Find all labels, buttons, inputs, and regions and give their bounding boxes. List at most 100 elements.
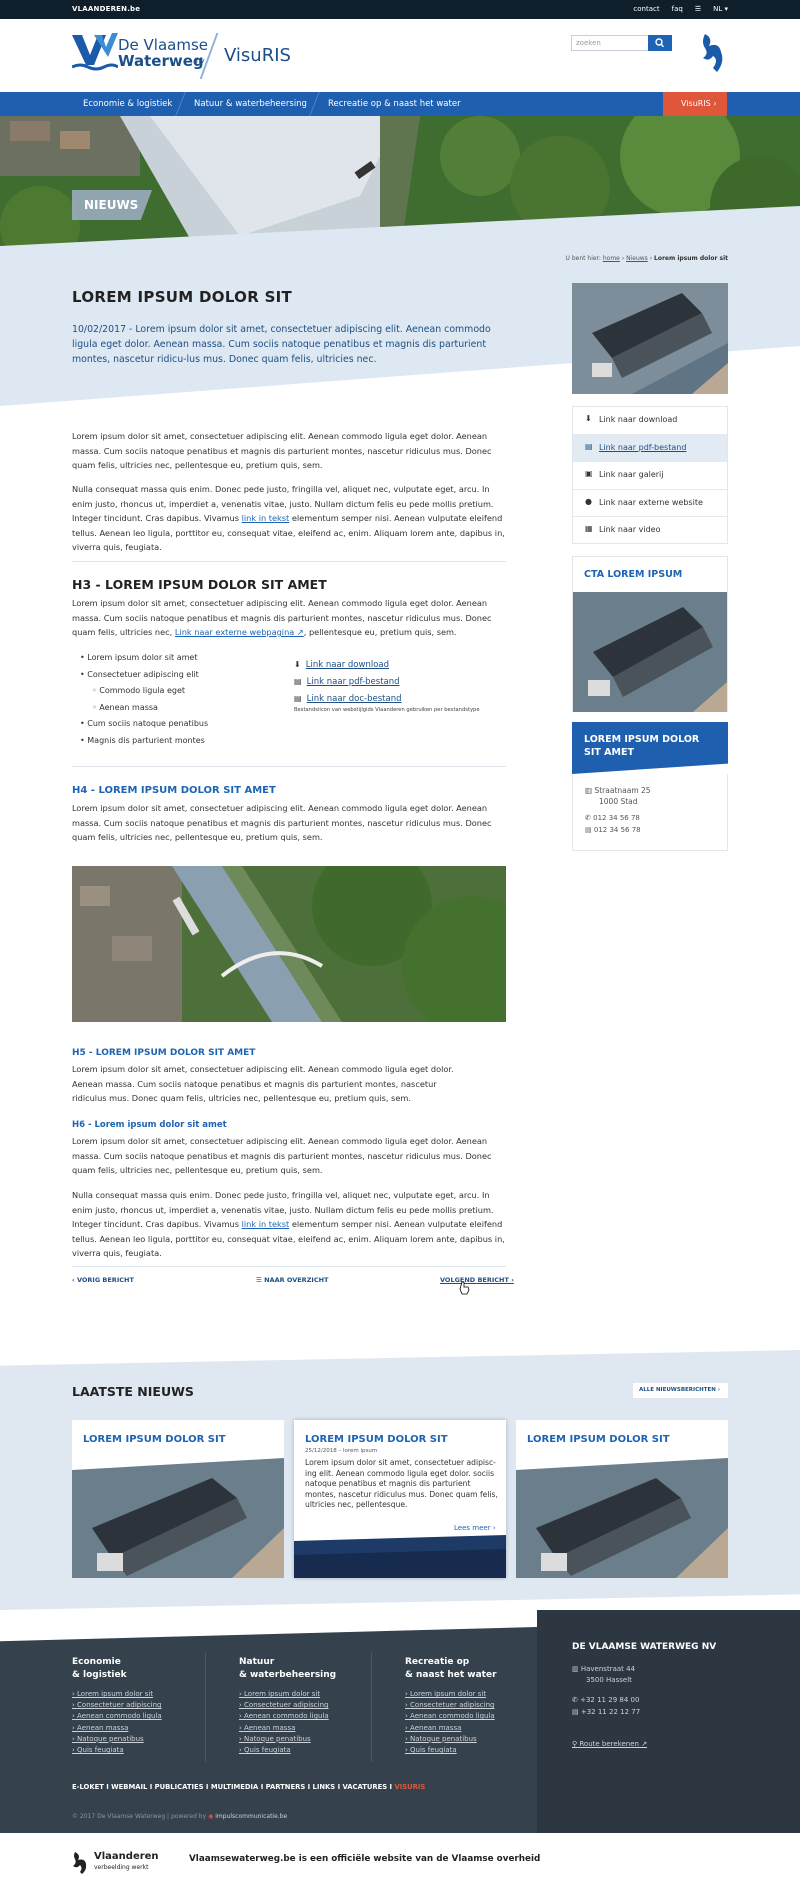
hero-image (0, 116, 800, 256)
search-input[interactable]: zoeken (571, 35, 649, 51)
divider (72, 766, 506, 767)
chevron-left-icon: ‹ (72, 1276, 75, 1284)
section-label: NIEUWS (72, 190, 152, 220)
news-card[interactable]: LOREM IPSUM DOLOR SIT (72, 1420, 284, 1578)
nav-visuris-button[interactable]: VisuRIS › (663, 92, 727, 116)
route-link[interactable]: ⚲ Route berekenen ↗ (572, 1740, 716, 1748)
news-card-active[interactable]: LOREM IPSUM DOLOR SIT 25/12/2018 – lorem… (294, 1420, 506, 1578)
map-pin-icon: ⚲ (572, 1740, 578, 1748)
article-paragraph: Nulla consequat massa quis enim. Donec p… (72, 1190, 505, 1258)
inline-text-link[interactable]: link in tekst (242, 1219, 290, 1229)
cta-barge-photo (573, 592, 727, 712)
footer-link[interactable]: › Lorem ipsum dolor sit (239, 1689, 336, 1700)
card-text: Lorem ipsum dolor sit amet, consectetuer… (305, 1458, 498, 1510)
sidebar-link-external[interactable]: ● Link naar externe website (573, 490, 727, 517)
list-item: • Lorem ipsum dolor sit amet (80, 653, 198, 662)
footer-link[interactable]: › Aenean commodo ligula (72, 1711, 162, 1722)
bullet-list: • Lorem ipsum dolor sit amet • Consectet… (80, 650, 208, 749)
download-item[interactable]: ▤ Link naar pdf-bestand (294, 669, 480, 687)
previous-post-link[interactable]: ‹ VORIG BERICHT (72, 1276, 134, 1284)
download-note: Bestandsiicon van webstijlgids Vlaandere… (294, 707, 480, 713)
language-select[interactable]: NL ▾ (713, 5, 728, 13)
search-button[interactable] (648, 35, 672, 51)
footer-link[interactable]: › Natoque penatibus (72, 1734, 162, 1745)
footer-contact: DE VLAAMSE WATERWEG NV ▥ Havenstraat 44 … (572, 1642, 717, 1748)
footer-link[interactable]: › Quis feugiata (405, 1745, 497, 1756)
footer-service-links[interactable]: E-LOKET I WEBMAIL I PUBLICATIES I MULTIM… (72, 1783, 425, 1791)
inline-text-link[interactable]: link in tekst (242, 513, 290, 523)
footer-link[interactable]: › Lorem ipsum dolor sit (72, 1689, 162, 1700)
footer-link[interactable]: › Natoque penatibus (405, 1734, 497, 1745)
flemish-lion-icon (703, 34, 723, 72)
download-item[interactable]: ⬇ Link naar download (294, 652, 480, 670)
government-bar: Vlaanderen verbeelding werkt Vlaamsewate… (0, 1833, 800, 1900)
menu-icon[interactable]: ☰ (695, 5, 701, 13)
article-paragraph: Lorem ipsum dolor sit amet, consectetuer… (72, 1064, 454, 1103)
all-news-button[interactable]: ALLE NIEUWSBERICHTEN › (633, 1383, 728, 1398)
download-list: ⬇ Link naar download ▤ Link naar pdf-bes… (294, 652, 480, 713)
card-title: LOREM IPSUM DOLOR SIT (527, 1434, 670, 1445)
sidebar-link-download[interactable]: ⬇ Link naar download (573, 407, 727, 435)
footer-divider (205, 1652, 206, 1762)
card-barge-photo (72, 1458, 284, 1578)
footer-link[interactable]: › Aenean massa (72, 1723, 162, 1734)
fax-icon: ▤ (585, 826, 592, 834)
footer-link[interactable]: › Quis feugiata (72, 1745, 162, 1756)
cursor-hand-icon (459, 1281, 470, 1295)
waterweg-logo-icon[interactable] (72, 33, 118, 73)
footer-link[interactable]: › Aenean massa (239, 1723, 336, 1734)
breadcrumb-news[interactable]: Nieuws (626, 255, 648, 262)
footer-link[interactable]: › Consectetuer adipiscing (405, 1700, 497, 1711)
article-lead: 10/02/2017 - Lorem ipsum dolor sit amet,… (72, 324, 491, 365)
impuls-logo-icon: ◉ (208, 1813, 214, 1820)
download-icon: ⬇ (294, 660, 301, 669)
vlaanderen-link[interactable]: VLAANDEREN.be (72, 5, 140, 13)
sidebar-cta[interactable]: CTA LOREM IPSUM (572, 556, 728, 712)
vlaanderen-lion-icon (73, 1852, 87, 1874)
sidebar-link-gallery[interactable]: ▣ Link naar galerij (573, 462, 727, 490)
latest-news-title: LAATSTE NIEUWS (72, 1384, 194, 1399)
footer-link[interactable]: › Aenean commodo ligula (405, 1711, 497, 1722)
product-name: VisuRIS (224, 45, 291, 66)
logo-line2: Waterweg (118, 52, 204, 70)
header: De Vlaamse Waterweg nv VisuRIS zoeken (0, 19, 800, 92)
read-more-link[interactable]: Lees meer › (454, 1524, 496, 1532)
divider (72, 561, 506, 562)
breadcrumb-home[interactable]: home (603, 255, 620, 262)
heading-h3: H3 - LOREM IPSUM DOLOR SIT AMET (72, 577, 327, 592)
nav-divider (309, 92, 320, 116)
footer-link[interactable]: › Aenean massa (405, 1723, 497, 1734)
card-barge-photo (516, 1458, 728, 1578)
official-site-text: Vlaamsewaterweg.be is een officiële webs… (189, 1854, 541, 1864)
nav-economie[interactable]: Economie & logistiek (83, 99, 172, 109)
overview-link[interactable]: ☰ NAAR OVERZICHT (256, 1276, 328, 1284)
page-title: LOREM IPSUM DOLOR SIT (72, 288, 293, 306)
faq-link[interactable]: faq (672, 5, 683, 13)
footer-link[interactable]: › Consectetuer adipiscing (239, 1700, 336, 1711)
footer-link[interactable]: › Lorem ipsum dolor sit (405, 1689, 497, 1700)
nav-natuur[interactable]: Natuur & waterbeheersing (194, 99, 307, 109)
divider (72, 1266, 506, 1267)
sidebar-link-pdf[interactable]: ▤ Link naar pdf-bestand (573, 434, 727, 462)
article-paragraph: Lorem ipsum dolor sit amet, consectetuer… (72, 431, 492, 470)
news-card[interactable]: LOREM IPSUM DOLOR SIT (516, 1420, 728, 1578)
footer-link[interactable]: › Consectetuer adipiscing (72, 1700, 162, 1711)
heading-h5: H5 - LOREM IPSUM DOLOR SIT AMET (72, 1048, 256, 1058)
footer-column: Economie & logistiek › Lorem ipsum dolor … (72, 1656, 162, 1756)
building-icon: ▥ (585, 786, 593, 795)
footer-link[interactable]: › Natoque penatibus (239, 1734, 336, 1745)
footer-link[interactable]: › Aenean commodo ligula (239, 1711, 336, 1722)
next-post-link[interactable]: VOLGEND BERICHT › (440, 1276, 514, 1284)
footer-link[interactable]: › Quis feugiata (239, 1745, 336, 1756)
card-water-photo (294, 1535, 506, 1578)
sidebar-link-video[interactable]: ▦ Link naar video (573, 517, 727, 545)
external-link[interactable]: Link naar externe webpagina ↗ (175, 627, 304, 637)
download-item[interactable]: ▤ Link naar doc-bestand (294, 686, 480, 704)
chevron-right-icon: › (713, 99, 717, 108)
list-item: • Magnis dis parturient montes (80, 735, 205, 745)
contact-link[interactable]: contact (633, 5, 659, 13)
phone-icon: ✆ (572, 1696, 578, 1704)
article-paragraph: Lorem ipsum dolor sit amet, consectetuer… (72, 803, 492, 842)
image-icon: ▣ (585, 469, 593, 478)
nav-recreatie[interactable]: Recreatie op & naast het water (328, 99, 461, 109)
